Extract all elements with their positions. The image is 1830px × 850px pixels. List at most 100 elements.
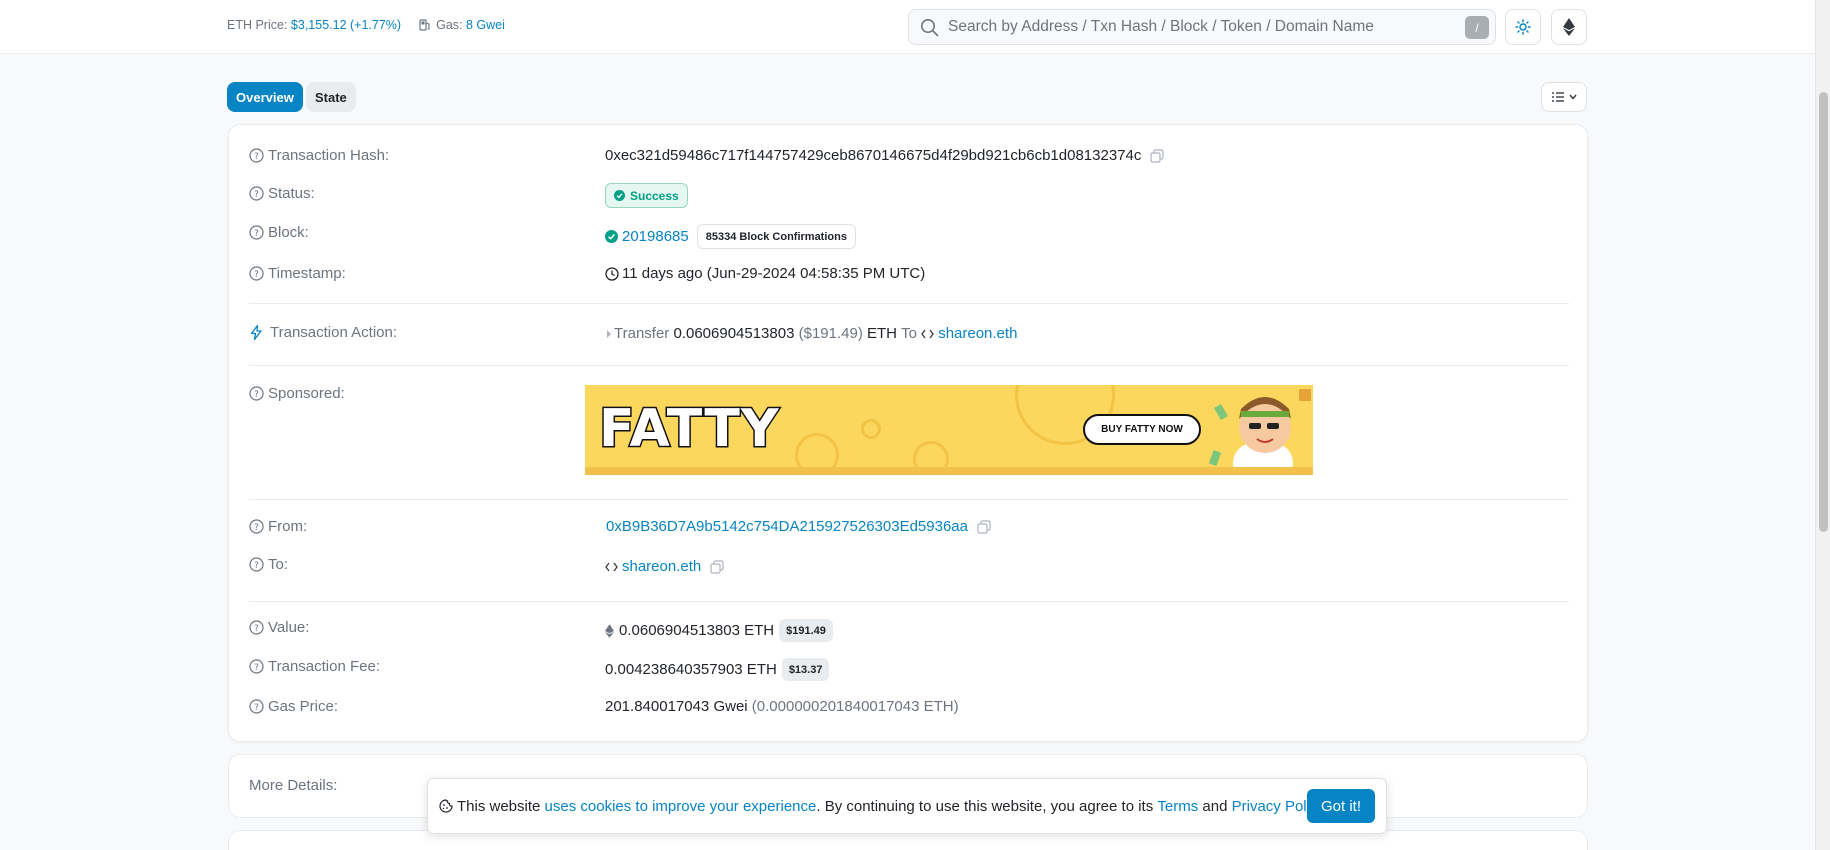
svg-text:?: ? <box>254 390 259 400</box>
list-settings-icon <box>1551 92 1564 102</box>
tx-hash-value: 0xec321d59486c717f144757429ceb8670146675… <box>605 147 1142 164</box>
help-circle-icon[interactable]: ? <box>249 659 264 674</box>
sun-icon <box>1515 19 1531 35</box>
ad-brand-logo: FATTY <box>598 398 781 461</box>
status-value-wrap: Success <box>605 183 688 208</box>
sponsored-label: Sponsored: <box>268 385 345 402</box>
tab-state[interactable]: State <box>306 82 356 112</box>
status-badge: Success <box>605 183 688 208</box>
search-input[interactable]: Search by Address / Txn Hash / Block / T… <box>908 9 1496 45</box>
action-usd: ($191.49) <box>798 325 863 342</box>
fee-label-wrap: ? Transaction Fee: <box>249 658 380 675</box>
action-amount: 0.0606904513803 <box>673 325 795 342</box>
help-circle-icon[interactable]: ? <box>249 699 264 714</box>
block-number-link[interactable]: 20198685 <box>622 228 689 245</box>
to-value-wrap: shareon.eth <box>605 558 724 575</box>
row-transaction-fee: ? Transaction Fee: 0.004238640357903 ETH… <box>249 658 1569 684</box>
help-circle-icon[interactable]: ? <box>249 386 264 401</box>
block-value-wrap: 20198685 85334 Block Confirmations <box>605 224 856 249</box>
help-circle-icon[interactable]: ? <box>249 519 264 534</box>
gas-pump-icon <box>419 19 430 31</box>
gas-price-label: Gas Price: <box>268 698 339 715</box>
copy-icon[interactable] <box>977 519 991 534</box>
divider <box>249 499 1569 500</box>
action-destination-link[interactable]: shareon.eth <box>938 325 1017 342</box>
cookie-consent-banner: This website uses cookies to improve you… <box>427 778 1387 834</box>
from-label: From: <box>268 518 308 535</box>
help-circle-icon[interactable]: ? <box>249 186 264 201</box>
svg-text:?: ? <box>254 190 259 200</box>
row-transaction-hash: ? Transaction Hash: 0xec321d59486c717f14… <box>249 147 1569 169</box>
copy-icon[interactable] <box>1150 148 1164 163</box>
action-value-wrap: Transfer 0.0606904513803 ($191.49) ETH T… <box>605 325 1017 342</box>
cookie-text-start: This website <box>457 797 541 815</box>
row-transaction-action: Transaction Action: Transfer 0.060690451… <box>249 324 1569 346</box>
copy-icon[interactable] <box>710 559 724 574</box>
tab-overview[interactable]: Overview <box>227 82 303 112</box>
timestamp-label: Timestamp: <box>268 265 346 282</box>
gas-value[interactable]: 8 Gwei <box>466 18 505 32</box>
ad-mascot-image <box>1208 389 1311 467</box>
block-label: Block: <box>268 224 309 241</box>
timestamp-value-wrap: 11 days ago (Jun-29-2024 04:58:35 PM UTC… <box>605 265 925 282</box>
status-label: Status: <box>268 185 315 202</box>
scrollbar-thumb[interactable] <box>1819 92 1828 532</box>
help-circle-icon[interactable]: ? <box>249 266 264 281</box>
action-label-wrap: Transaction Action: <box>249 324 397 341</box>
value-label: Value: <box>268 619 310 636</box>
terms-link[interactable]: Terms <box>1157 798 1198 815</box>
divider <box>249 365 1569 366</box>
divider <box>249 303 1569 304</box>
value-label-wrap: ? Value: <box>249 619 309 636</box>
divider <box>249 601 1569 602</box>
network-selector-button[interactable] <box>1551 9 1587 45</box>
contract-code-icon <box>605 562 618 571</box>
help-circle-icon[interactable]: ? <box>249 148 264 163</box>
svg-text:?: ? <box>254 703 259 713</box>
row-timestamp: ? Timestamp: 11 days ago (Jun-29-2024 04… <box>249 265 1569 287</box>
top-header: ETH Price: $3,155.12 (+1.77%) Gas: 8 Gwe… <box>0 0 1815 54</box>
view-options-button[interactable] <box>1541 82 1587 112</box>
cookie-accept-button[interactable]: Got it! <box>1306 789 1375 823</box>
action-label: Transaction Action: <box>270 324 398 341</box>
row-status: ? Status: Success <box>249 183 1569 209</box>
clock-icon <box>605 266 619 281</box>
gas-price-value-wrap: 201.840017043 Gwei (0.000000201840017043… <box>605 698 959 715</box>
eth-price-change: (+1.77%) <box>350 18 402 32</box>
svg-text:?: ? <box>254 270 259 280</box>
eth-price-value[interactable]: $3,155.12 <box>291 18 347 32</box>
from-address-link[interactable]: 0xB9B36D7A9b5142c754DA215927526303Ed5936… <box>606 518 968 535</box>
cookie-policy-link[interactable]: uses cookies to improve your experience <box>545 798 817 815</box>
lightning-icon <box>250 325 262 340</box>
tx-hash-label: Transaction Hash: <box>268 147 390 164</box>
help-circle-icon[interactable]: ? <box>249 620 264 635</box>
status-text: Success <box>630 188 679 203</box>
help-circle-icon[interactable]: ? <box>249 225 264 240</box>
ethereum-icon <box>1563 18 1575 36</box>
tx-hash-value-wrap: 0xec321d59486c717f144757429ceb8670146675… <box>605 147 1164 164</box>
check-circle-icon <box>605 230 618 243</box>
ad-cta-button[interactable]: BUY FATTY NOW <box>1083 414 1201 445</box>
fee-amount: 0.004238640357903 ETH <box>605 661 777 678</box>
svg-text:?: ? <box>254 229 259 239</box>
ad-decoration <box>795 433 839 467</box>
row-value: ? Value: 0.0606904513803 ETH $191.49 <box>249 619 1569 645</box>
theme-toggle-button[interactable] <box>1505 9 1541 45</box>
block-label-wrap: ? Block: <box>249 224 309 241</box>
more-details-label: More Details: <box>249 777 338 794</box>
svg-text:?: ? <box>254 663 259 673</box>
to-address-link[interactable]: shareon.eth <box>622 558 701 575</box>
to-label: To: <box>268 556 289 573</box>
sponsored-ad-banner[interactable]: FATTY BUY FATTY NOW <box>585 385 1313 475</box>
ad-decoration <box>913 441 949 467</box>
to-label-wrap: ? To: <box>249 556 288 573</box>
cookie-icon <box>439 799 453 813</box>
row-to: ? To: shareon.eth <box>249 556 1569 578</box>
page-scrollbar[interactable] <box>1815 0 1830 850</box>
fee-usd-badge: $13.37 <box>781 658 830 681</box>
help-circle-icon[interactable]: ? <box>249 557 264 572</box>
fee-label: Transaction Fee: <box>268 658 380 675</box>
eth-price-label: ETH Price: <box>227 18 288 32</box>
svg-text:?: ? <box>254 561 259 571</box>
cookie-text-and: and <box>1202 797 1228 815</box>
